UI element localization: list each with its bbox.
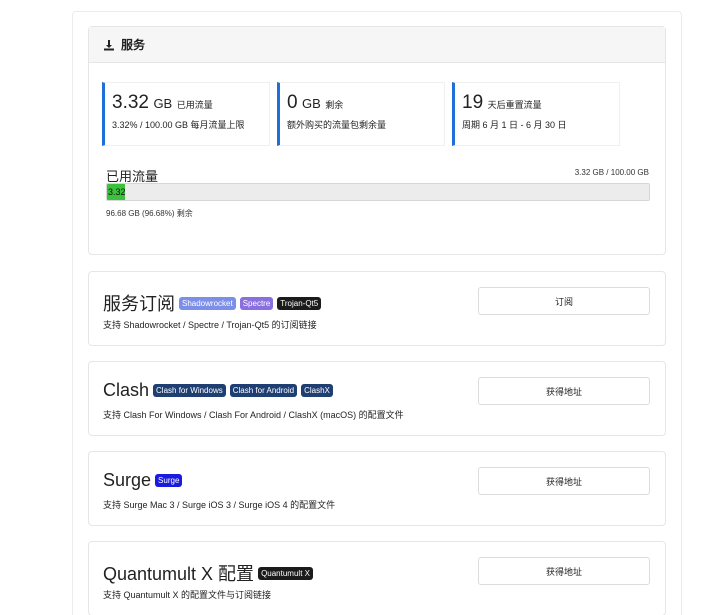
sub-card-service: 服务订阅 Shadowrocket Spectre Trojan-Qt5 支持 … [88,271,666,346]
subscribe-button[interactable]: 订阅 [478,287,650,315]
stat-remaining: 0 GB 剩余 额外购买的流量包剩余量 [277,82,445,146]
sub-title: 服务订阅 Shadowrocket Spectre Trojan-Qt5 [103,290,322,316]
sub-desc: 支持 Surge Mac 3 / Surge iOS 3 / Surge iOS… [103,500,336,510]
badge-spectre: Spectre [239,296,274,310]
sub-title: Quantumult X 配置 Quantumult X [103,560,313,586]
usage-progress-bar: 3.32 [106,183,650,201]
badge-clash-android: Clash for Android [229,384,298,397]
usage-remaining: 96.68 GB (96.68%) 剩余 [106,209,193,218]
sub-desc: 支持 Quantumult X 的配置文件与订阅链接 [103,590,272,600]
badge-clashx: ClashX [301,384,333,397]
usage-total: 3.32 GB / 100.00 GB [574,168,649,177]
badge-surge: Surge [155,474,183,487]
sub-title: Surge Surge [103,470,183,491]
stat-sub: 3.32% / 100.00 GB 每月流量上限 [112,120,245,130]
stat-value: 3.32 [112,92,149,113]
stat-unit: GB [153,96,173,111]
stat-unit: GB [302,96,321,111]
stat-reset: 19 天后重置流量 周期 6 月 1 日 - 6 月 30 日 [452,82,620,146]
stat-value: 19 [462,92,484,113]
badge-trojan: Trojan-Qt5 [277,296,322,310]
sub-name: 服务订阅 [103,294,175,314]
sub-name: Clash [103,380,150,400]
badge-shadowrocket: Shadowrocket [179,296,236,310]
sub-desc: 支持 Clash For Windows / Clash For Android… [103,410,404,420]
stat-used: 3.32 GB 已用流量 3.32% / 100.00 GB 每月流量上限 [102,82,270,146]
stat-sub: 周期 6 月 1 日 - 6 月 30 日 [462,120,567,130]
usage-progress-fill: 3.32 [107,184,126,200]
sub-card-clash: Clash Clash for Windows Clash for Androi… [88,361,666,436]
quantumult-get-link-button[interactable]: 获得地址 [478,557,650,585]
sub-card-surge: Surge Surge 支持 Surge Mac 3 / Surge iOS 3… [88,451,666,526]
service-title: 服务 [121,38,146,52]
badge-quantumult-x: Quantumult X [258,566,313,580]
stat-label: 剩余 [325,100,344,110]
sub-title: Clash Clash for Windows Clash for Androi… [103,380,333,401]
sub-name: Surge [103,470,152,490]
badge-clash-windows: Clash for Windows [153,384,226,397]
service-card: 服务 3.32 GB 已用流量 3.32% / 100.00 GB 每月流量上限… [88,26,666,255]
surge-get-link-button[interactable]: 获得地址 [478,467,650,495]
sub-card-quantumult: Quantumult X 配置 Quantumult X 支持 Quantumu… [88,541,666,615]
stat-label: 天后重置流量 [487,100,542,110]
sub-name: Quantumult X 配置 [103,564,255,584]
sub-desc: 支持 Shadowrocket / Spectre / Trojan-Qt5 的… [103,320,317,330]
service-header: 服务 [89,27,665,63]
download-icon [104,39,114,50]
stat-sub: 额外购买的流量包剩余量 [287,120,387,130]
stat-label: 已用流量 [176,100,213,110]
clash-get-link-button[interactable]: 获得地址 [478,377,650,405]
stat-value: 0 [287,92,298,113]
